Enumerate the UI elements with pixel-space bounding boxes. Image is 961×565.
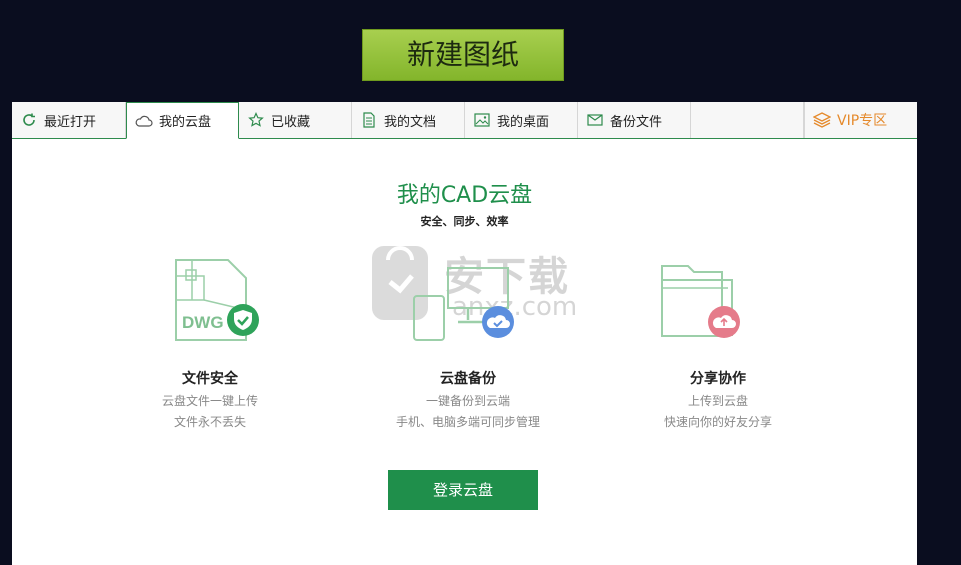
feature-desc-line: 一键备份到云端: [425, 394, 510, 408]
feature-cloud-backup: 云盘备份 一键备份到云端 手机、电脑多端可同步管理: [358, 252, 578, 430]
feature-title: 分享协作: [690, 371, 746, 387]
tab-my-documents[interactable]: 我的文档: [352, 102, 465, 138]
feature-file-security: DWG 文件安全 云盘文件一键上传 文件永不丢失: [100, 252, 320, 430]
tab-backup-files-label: 备份文件: [610, 114, 663, 130]
cloud-title: 我的CAD云盘: [396, 183, 533, 208]
mail-icon: [586, 112, 604, 128]
tab-favorites-label: 已收藏: [271, 114, 311, 130]
cloud-panel: 最近打开 我的云盘 已收藏 我的文档 我的桌面 备份文件 VIP专区 我的CAD…: [12, 102, 917, 565]
cloud-subtitle: 安全、同步、效率: [420, 215, 509, 228]
folder-share-icon: [608, 252, 828, 352]
feature-desc-line: 文件永不丢失: [173, 415, 246, 429]
feature-title: 云盘备份: [440, 371, 496, 387]
tab-recent[interactable]: 最近打开: [12, 102, 126, 138]
tab-my-desktop-label: 我的桌面: [497, 114, 550, 130]
tab-backup-files[interactable]: 备份文件: [578, 102, 691, 138]
tab-my-cloud[interactable]: 我的云盘: [126, 102, 239, 139]
feature-desc-line: 手机、电脑多端可同步管理: [395, 415, 540, 429]
tab-bar: 最近打开 我的云盘 已收藏 我的文档 我的桌面 备份文件 VIP专区: [12, 102, 917, 139]
devices-cloud-icon: [358, 252, 578, 352]
dwg-shield-icon: DWG: [100, 252, 320, 352]
document-icon: [360, 112, 378, 128]
feature-desc-line: 上传到云盘: [687, 394, 748, 408]
tab-my-desktop[interactable]: 我的桌面: [465, 102, 578, 138]
tab-vip-zone-label: VIP专区: [837, 113, 888, 129]
tab-vip-zone[interactable]: VIP专区: [804, 102, 917, 138]
tab-favorites[interactable]: 已收藏: [239, 102, 352, 138]
tab-recent-label: 最近打开: [44, 114, 97, 130]
tab-empty: [691, 102, 804, 138]
cloud-icon: [135, 113, 153, 129]
refresh-icon: [20, 112, 38, 128]
svg-text:DWG: DWG: [182, 313, 224, 332]
login-cloud-button[interactable]: 登录云盘: [388, 470, 538, 510]
feature-desc-line: 快速向你的好友分享: [663, 415, 772, 429]
desktop-image-icon: [473, 112, 491, 128]
vip-layers-icon: [813, 112, 831, 128]
feature-title: 文件安全: [182, 371, 238, 387]
new-drawing-button[interactable]: 新建图纸: [362, 29, 564, 81]
tab-my-documents-label: 我的文档: [384, 114, 437, 130]
feature-share-collaborate: 分享协作 上传到云盘 快速向你的好友分享: [608, 252, 828, 430]
feature-desc-line: 云盘文件一键上传: [161, 394, 258, 408]
star-icon: [247, 112, 265, 128]
tab-my-cloud-label: 我的云盘: [159, 115, 212, 130]
